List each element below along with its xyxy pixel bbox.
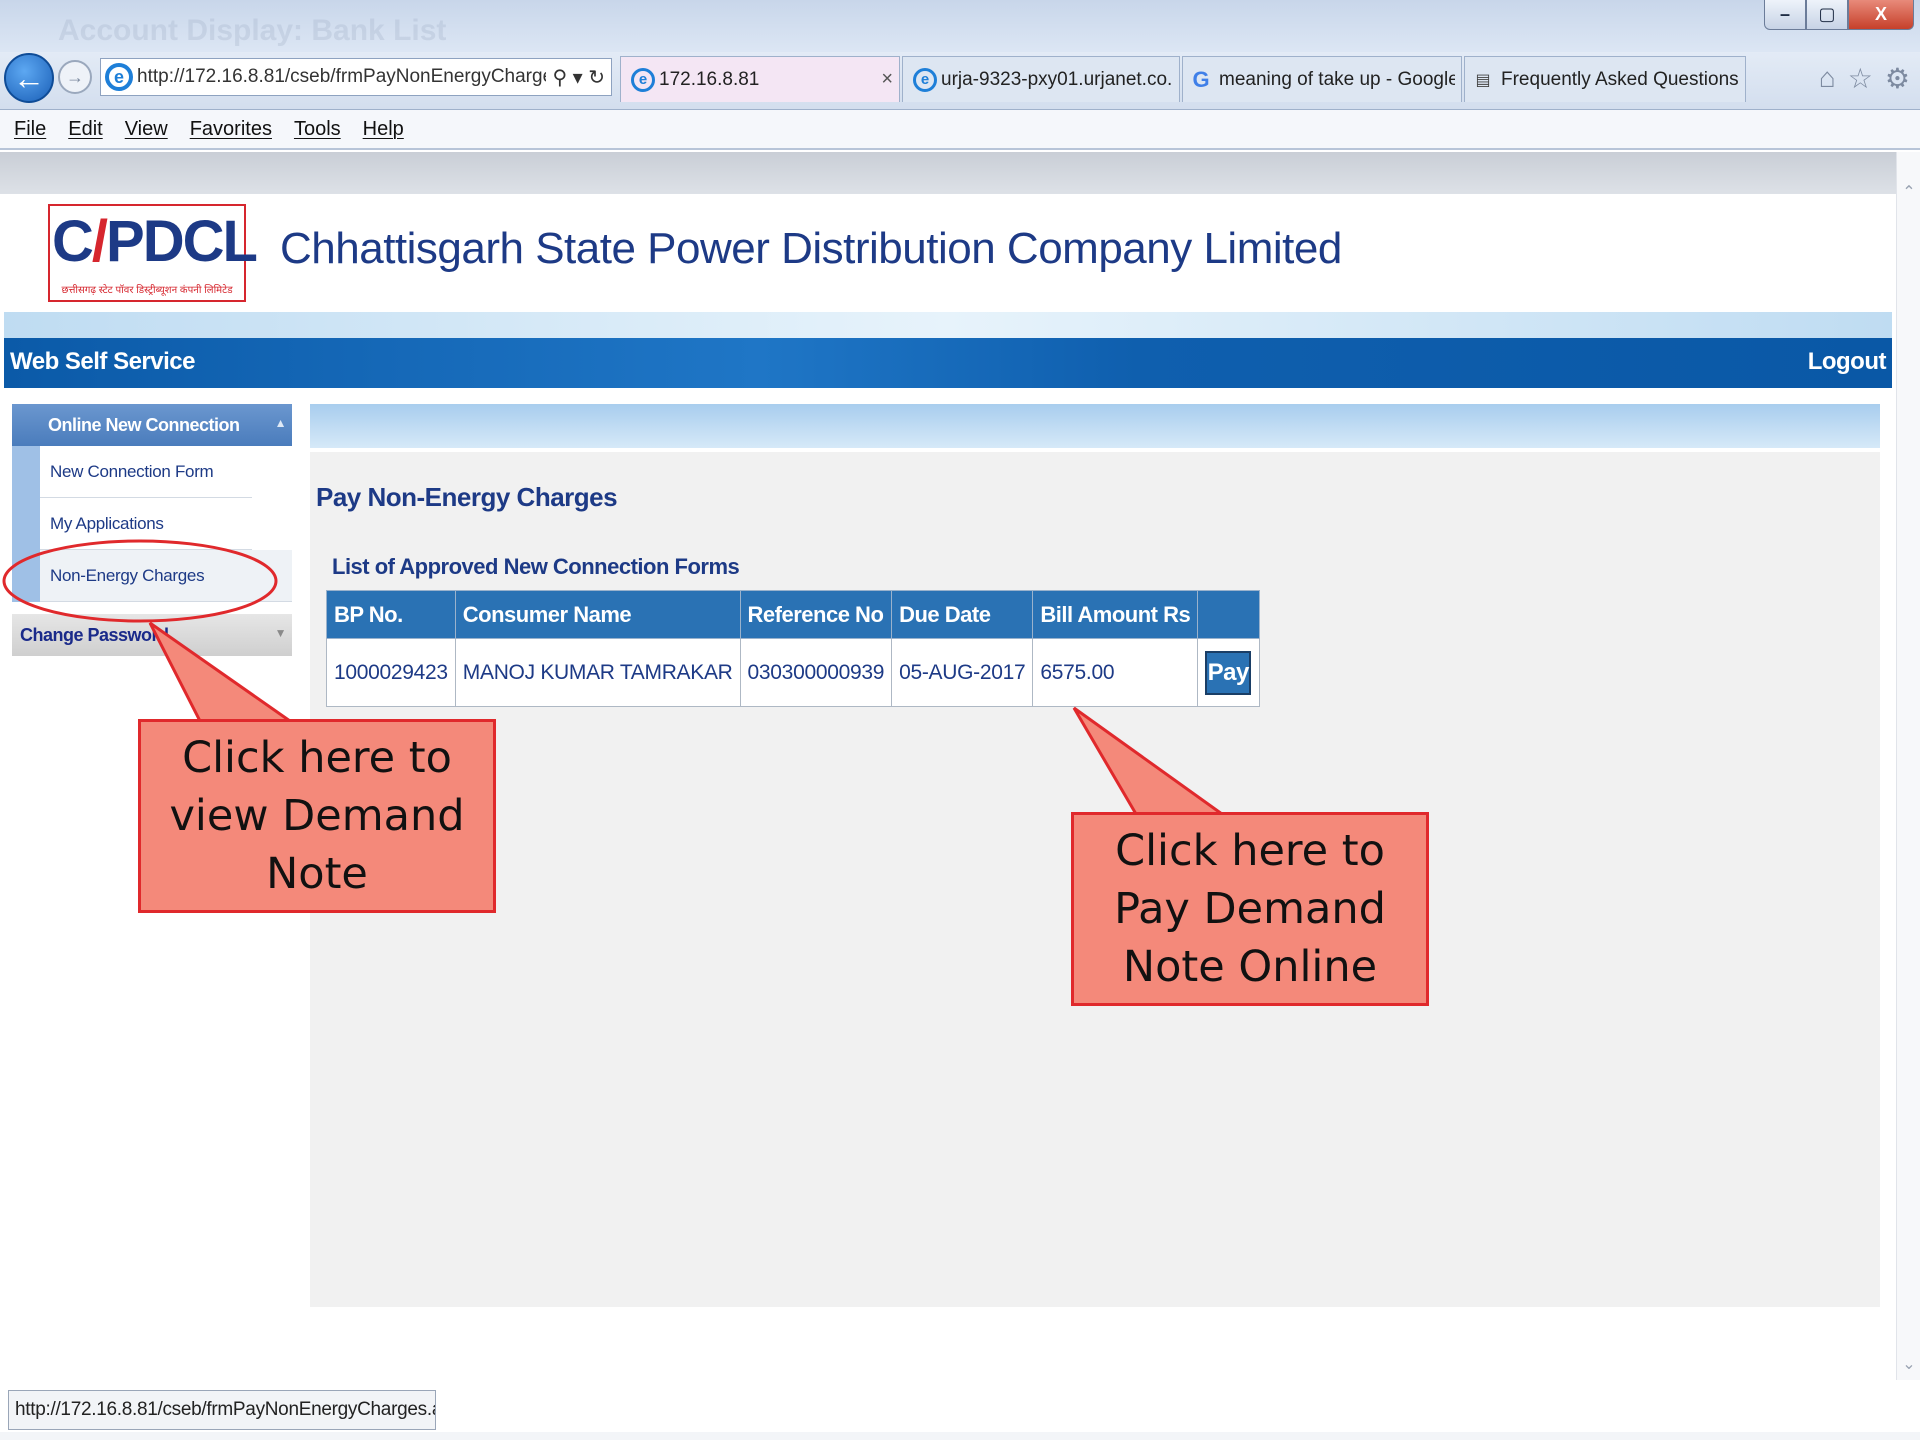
sidebar-item-my-applications[interactable]: My Applications	[40, 498, 252, 550]
menu-edit[interactable]: Edit	[68, 118, 102, 141]
tab-close-icon[interactable]: ×	[875, 68, 893, 91]
close-window-button[interactable]: X	[1848, 0, 1914, 30]
left-callout-text: Click here to view Demand Note	[169, 733, 465, 899]
web-self-service-banner: Web Self Service Logout	[4, 338, 1892, 388]
sidebar-section-change-password[interactable]: Change Password ▼	[12, 614, 292, 656]
menu-bar: File Edit View Favorites Tools Help	[0, 110, 1920, 150]
pay-button[interactable]: Pay	[1205, 650, 1252, 695]
sidebar-section-online-new-connection[interactable]: Online New Connection ▲	[12, 404, 292, 446]
caret-up-icon: ▲	[274, 416, 287, 430]
status-bar-url: http://172.16.8.81/cseb/frmPayNonEnergyC…	[8, 1390, 436, 1430]
tab-google[interactable]: G meaning of take up - Google S...	[1182, 56, 1462, 102]
column-header-bill-amount: Bill Amount Rs	[1032, 590, 1199, 639]
column-header-due-date: Due Date	[891, 590, 1034, 639]
window-bottom-edge	[0, 1432, 1920, 1440]
approved-forms-table: BP No. Consumer Name Reference No Due Da…	[326, 590, 1261, 707]
browser-toolbar-icons: ⌂ ☆ ⚙	[1819, 62, 1910, 95]
ie-icon: e	[913, 67, 937, 92]
cell-action: Pay	[1197, 638, 1261, 707]
list-title: List of Approved New Connection Forms	[332, 554, 740, 579]
menu-view[interactable]: View	[125, 118, 168, 141]
lightning-bolt-icon: /	[91, 209, 108, 274]
page-title: Pay Non-Energy Charges	[316, 482, 618, 512]
sidebar-section-label: Change Password	[20, 624, 169, 645]
cell-bp-no: 1000029423	[326, 638, 456, 707]
logout-link[interactable]: Logout	[1808, 348, 1887, 376]
google-icon: G	[1192, 66, 1210, 92]
sidebar-item-non-energy-charges[interactable]: Non-Energy Charges	[40, 550, 292, 602]
window-title: Account Display: Bank List	[58, 14, 447, 47]
company-name: Chhattisgarh State Power Distribution Co…	[280, 224, 1342, 273]
column-header-action	[1197, 590, 1261, 639]
menu-file[interactable]: File	[14, 118, 46, 141]
address-url[interactable]: http://172.16.8.81/cseb/frmPayNonEnergyC…	[137, 66, 546, 88]
cell-reference-no: 030300000939	[739, 638, 893, 707]
menu-help[interactable]: Help	[363, 118, 404, 141]
table-row: 1000029423 MANOJ KUMAR TAMRAKAR 03030000…	[326, 638, 1261, 707]
column-header-reference-no: Reference No	[739, 590, 893, 639]
banner-title: Web Self Service	[10, 348, 195, 375]
logo-subtext: छत्तीसगढ़ स्टेट पॉवर डिस्ट्रीब्यूशन कंपन…	[61, 285, 233, 296]
home-icon[interactable]: ⌂	[1819, 62, 1836, 95]
sidebar-item-new-connection-form[interactable]: New Connection Form	[40, 446, 252, 498]
cell-due-date: 05-AUG-2017	[891, 638, 1034, 707]
table-header-row: BP No. Consumer Name Reference No Due Da…	[326, 590, 1261, 639]
tab-label: Frequently Asked Questions o...	[1501, 68, 1739, 90]
right-callout-text: Click here to Pay Demand Note Online	[1114, 826, 1386, 992]
menu-tools[interactable]: Tools	[294, 118, 341, 141]
tab-active[interactable]: e 172.16.8.81 ×	[620, 56, 900, 102]
column-header-bp-no: BP No.	[326, 590, 456, 639]
left-callout: Click here to view Demand Note	[138, 719, 496, 913]
sidebar-section-body: New Connection Form My Applications Non-…	[12, 446, 292, 602]
banner-highlight	[4, 312, 1892, 340]
forward-button[interactable]: →	[58, 60, 92, 94]
cspdcl-logo: C/PDCL छत्तीसगढ़ स्टेट पॉवर डिस्ट्रीब्यू…	[48, 204, 258, 302]
address-bar[interactable]: e http://172.16.8.81/cseb/frmPayNonEnerg…	[100, 58, 612, 96]
cell-bill-amount: 6575.00	[1032, 638, 1199, 707]
gear-icon[interactable]: ⚙	[1885, 62, 1910, 95]
sidebar-menu: Online New Connection ▲ New Connection F…	[12, 404, 292, 656]
ie-icon: e	[105, 63, 133, 91]
cell-consumer-name: MANOJ KUMAR TAMRAKAR	[454, 638, 741, 707]
sidebar-section-label: Online New Connection	[48, 414, 240, 435]
favorites-star-icon[interactable]: ☆	[1848, 62, 1873, 95]
browser-navbar: ← → e http://172.16.8.81/cseb/frmPayNonE…	[0, 52, 1920, 110]
maximize-button[interactable]: ▢	[1806, 0, 1848, 30]
arrow-right-icon: →	[66, 66, 84, 87]
tab-label: 172.16.8.81	[659, 68, 760, 90]
right-callout: Click here to Pay Demand Note Online	[1071, 812, 1429, 1006]
content-header-bar	[310, 404, 1880, 448]
top-gray-strip	[0, 152, 1896, 194]
logo-wordmark: C/PDCL	[52, 209, 258, 274]
scroll-up-icon[interactable]: ⌃	[1901, 182, 1917, 202]
window-titlebar: Account Display: Bank List – ▢ X	[0, 0, 1920, 52]
tab-label: urja-9323-pxy01.urjanet.co.in	[941, 68, 1173, 90]
minimize-button[interactable]: –	[1764, 0, 1806, 30]
faq-icon: ▤	[1475, 71, 1491, 89]
arrow-left-icon: ←	[13, 59, 45, 96]
address-search-refresh-icons[interactable]: ⚲ ▾ ↻	[546, 65, 611, 90]
back-button[interactable]: ←	[4, 53, 54, 103]
tab-label: meaning of take up - Google S...	[1219, 68, 1455, 90]
caret-down-icon: ▼	[274, 626, 287, 640]
tab-faq[interactable]: ▤ Frequently Asked Questions o...	[1464, 56, 1746, 102]
vertical-scrollbar[interactable]: ⌃ ⌄	[1896, 152, 1920, 1380]
window-controls: – ▢ X	[1764, 0, 1914, 30]
tab-urjanet[interactable]: e urja-9323-pxy01.urjanet.co.in	[902, 56, 1180, 102]
ie-icon: e	[631, 67, 655, 92]
column-header-consumer-name: Consumer Name	[454, 590, 741, 639]
menu-favorites[interactable]: Favorites	[190, 118, 272, 141]
scroll-down-icon[interactable]: ⌄	[1901, 1354, 1917, 1374]
